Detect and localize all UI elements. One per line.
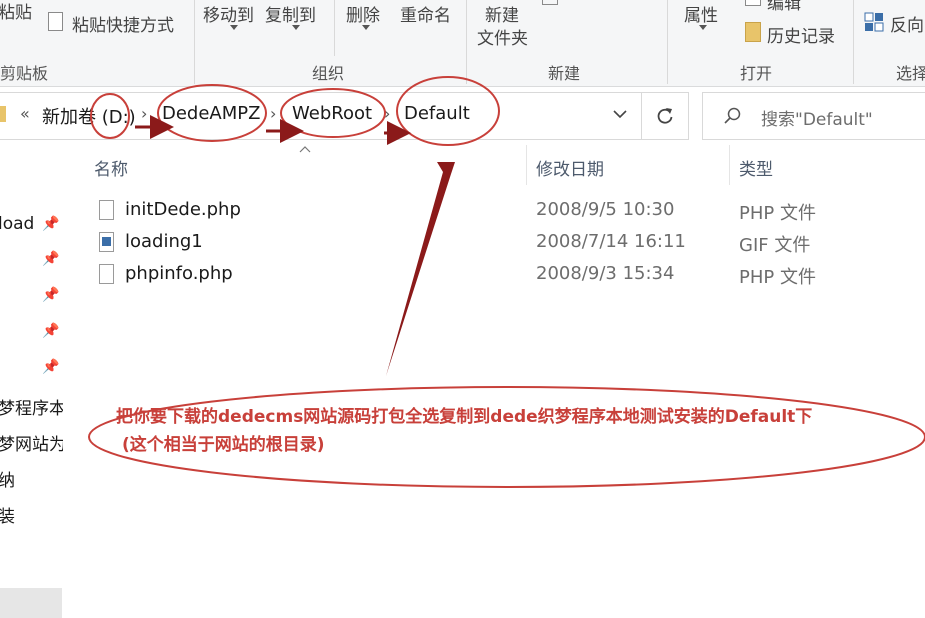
pin-icon[interactable]: 📌 [42, 359, 59, 375]
arrow-to-default-folder [386, 162, 455, 376]
properties-button[interactable]: 属性 [684, 1, 718, 26]
group-divider [466, 0, 467, 84]
history-button[interactable]: 历史记录 [767, 22, 835, 47]
open-group-label: 打开 [740, 64, 773, 83]
move-to-button[interactable]: 移动到 [203, 1, 254, 26]
breadcrumb-item-default[interactable]: Default [404, 103, 470, 124]
chevron-right-icon[interactable]: › [270, 104, 276, 123]
chevron-down-icon [613, 110, 627, 119]
nav-item[interactable]: 梦网站为 [0, 430, 63, 455]
file-name[interactable]: phpinfo.php [125, 263, 233, 284]
paste-button[interactable]: 粘贴 [0, 0, 32, 23]
paste-shortcut-icon [48, 12, 63, 31]
chevron-down-icon [230, 25, 238, 30]
ribbon: 粘贴 粘贴快捷方式 剪贴板 移动到 复制到 删除 重命名 组织 新建 文件夹 新… [0, 0, 925, 87]
pin-icon[interactable]: 📌 [42, 216, 59, 232]
nav-item[interactable]: 梦程序本 [0, 394, 63, 419]
history-icon [745, 22, 761, 42]
refresh-button[interactable] [642, 92, 689, 140]
file-type: PHP 文件 [739, 203, 816, 224]
php-file-icon [99, 264, 114, 284]
file-type: PHP 文件 [739, 267, 816, 288]
navigation-pane: load 📌 📌 📌 📌 📌 梦程序本 梦网站为 纳 装 [0, 144, 63, 618]
edit-icon [745, 0, 761, 6]
chevron-down-icon [699, 25, 707, 30]
folder-icon [0, 106, 6, 122]
column-divider[interactable] [729, 145, 730, 185]
search-input[interactable]: 搜索"Default" [761, 105, 873, 130]
group-divider [194, 0, 195, 84]
file-date: 2008/9/5 10:30 [536, 199, 675, 220]
inner-divider [334, 0, 335, 56]
address-history-dropdown[interactable] [612, 106, 628, 126]
new-group-label: 新建 [548, 64, 581, 83]
nav-scrollbar[interactable] [0, 588, 62, 618]
file-name[interactable]: initDede.php [125, 199, 241, 220]
pin-icon[interactable]: 📌 [42, 323, 59, 339]
chevron-right-icon[interactable]: › [141, 104, 147, 123]
group-divider [853, 0, 854, 84]
invert-selection-button[interactable]: 反向 [890, 11, 924, 36]
file-type: GIF 文件 [739, 235, 811, 256]
breadcrumb-item-webroot[interactable]: WebRoot [292, 103, 372, 124]
group-divider [667, 0, 668, 84]
invert-selection-icon [864, 12, 884, 32]
select-group-label: 选择 [896, 64, 925, 83]
breadcrumb-item-dedeampz[interactable]: DedeAMPZ [162, 103, 260, 124]
php-file-icon [99, 200, 114, 220]
column-divider[interactable] [526, 145, 527, 185]
organize-group-label: 组织 [312, 64, 345, 83]
paste-shortcut-button[interactable]: 粘贴快捷方式 [72, 11, 174, 36]
sort-indicator-icon [298, 139, 312, 158]
annotation-line-2: (这个相当于网站的根目录) [122, 435, 325, 455]
clipboard-group-label: 剪贴板 [0, 64, 49, 83]
new-folder-button[interactable]: 新建 [485, 1, 519, 26]
pin-icon[interactable]: 📌 [42, 287, 59, 303]
chevron-down-icon [362, 25, 370, 30]
file-date: 2008/7/14 16:11 [536, 231, 686, 252]
column-header-type[interactable]: 类型 [739, 155, 773, 180]
breadcrumb-overflow-button[interactable]: « [20, 104, 30, 123]
new-folder-button-line2[interactable]: 文件夹 [477, 24, 528, 49]
gif-image-icon [99, 232, 114, 252]
nav-item[interactable]: 装 [0, 502, 15, 527]
new-item-icon [542, 0, 558, 5]
file-name[interactable]: loading1 [125, 231, 203, 252]
nav-item-download[interactable]: load [0, 214, 34, 234]
chevron-down-icon [292, 25, 300, 30]
search-icon [724, 107, 741, 124]
column-header-date[interactable]: 修改日期 [536, 155, 604, 180]
breadcrumb-item-drive[interactable]: 新加卷 (D:) [42, 103, 136, 129]
column-header-name[interactable]: 名称 [94, 155, 128, 180]
edit-button[interactable]: 编辑 [767, 0, 801, 14]
rename-button[interactable]: 重命名 [400, 1, 451, 26]
nav-item[interactable]: 纳 [0, 466, 15, 491]
copy-to-button[interactable]: 复制到 [265, 1, 316, 26]
annotation-line-1: 把你要下载的dedecms网站源码打包全选复制到dede织梦程序本地测试安装的D… [116, 407, 813, 427]
search-box[interactable]: 搜索"Default" [702, 92, 925, 140]
chevron-right-icon[interactable]: › [384, 104, 390, 123]
file-date: 2008/9/3 15:34 [536, 263, 675, 284]
pin-icon[interactable]: 📌 [42, 251, 59, 267]
annotation-note: 把你要下载的dedecms网站源码打包全选复制到dede织梦程序本地测试安装的D… [116, 403, 812, 459]
refresh-icon [657, 108, 673, 124]
delete-button[interactable]: 删除 [346, 1, 380, 26]
